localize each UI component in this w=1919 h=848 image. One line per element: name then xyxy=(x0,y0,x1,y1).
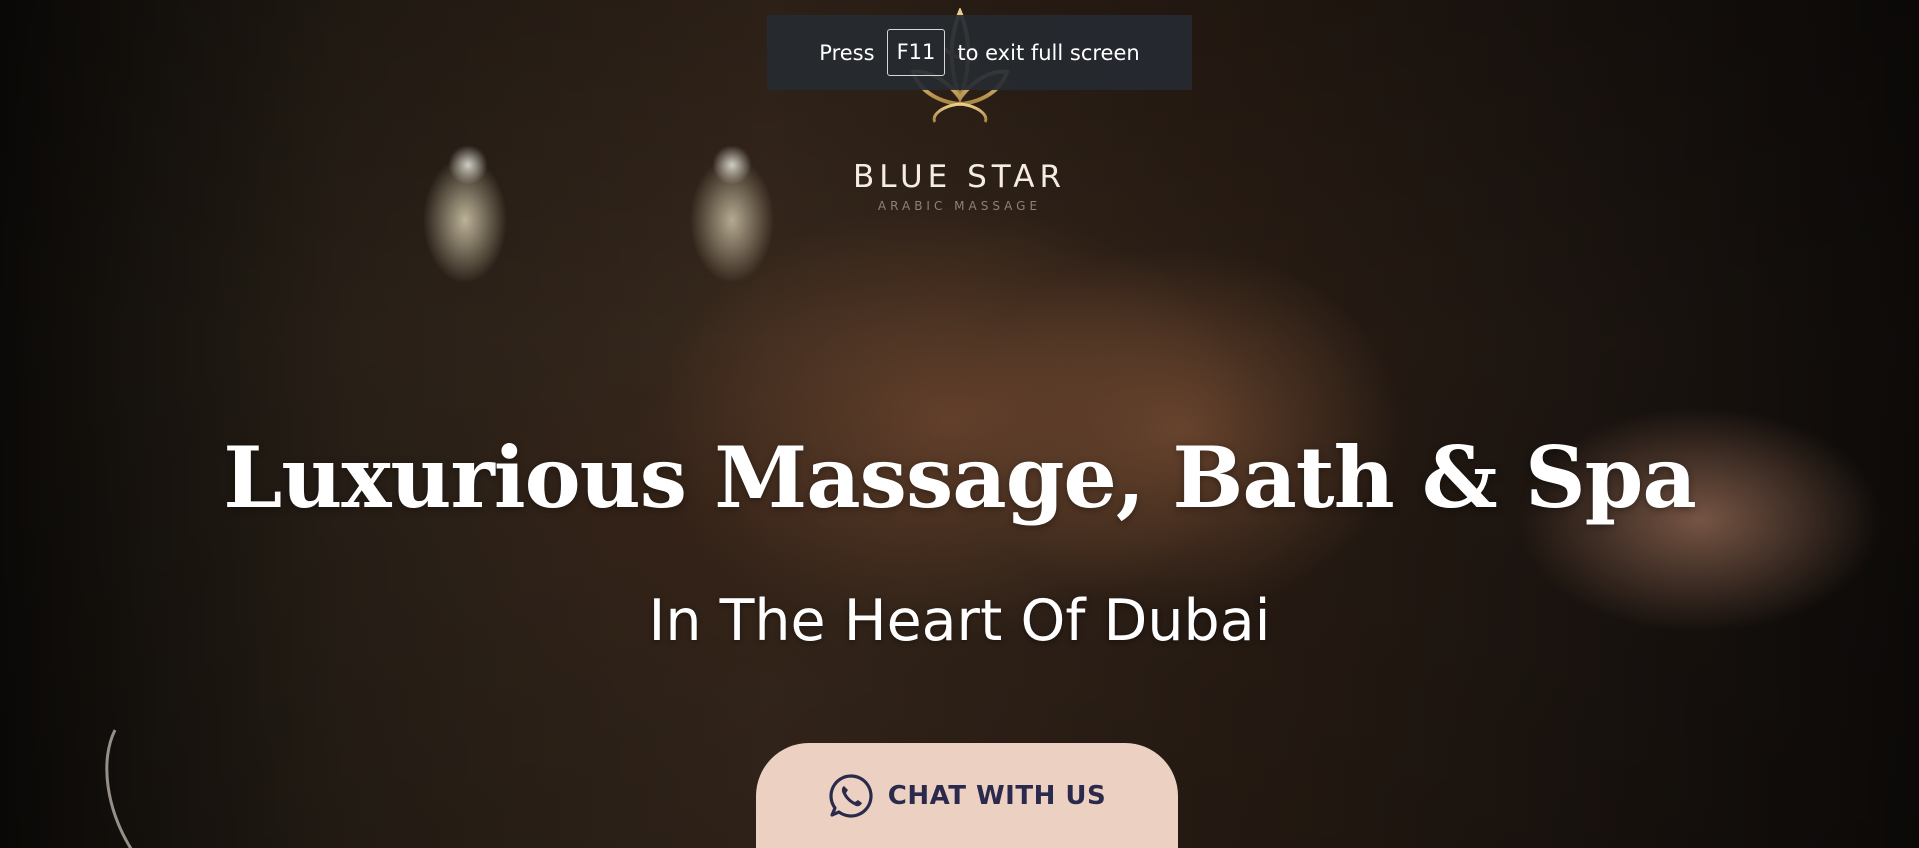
bracelet-decoration xyxy=(105,729,133,848)
fullscreen-notice-prefix: Press xyxy=(819,40,875,65)
chat-with-us-label: CHAT WITH US xyxy=(887,780,1107,811)
fullscreen-notice-suffix: to exit full screen xyxy=(957,40,1140,65)
brand-name: BLUE STAR xyxy=(852,159,1067,195)
hero-subheadline: In The Heart Of Dubai xyxy=(648,588,1271,654)
fullscreen-notice-key: F11 xyxy=(886,29,946,76)
hero-section: Press F11 to exit full screen BLUE STAR … xyxy=(0,0,1919,848)
chat-with-us-button[interactable]: CHAT WITH US xyxy=(756,743,1178,848)
brand-tagline: ARABIC MASSAGE xyxy=(877,199,1042,213)
whatsapp-icon xyxy=(829,773,873,818)
hero-headline: Luxurious Massage, Bath & Spa xyxy=(223,428,1697,527)
fullscreen-notice: Press F11 to exit full screen xyxy=(767,15,1192,90)
